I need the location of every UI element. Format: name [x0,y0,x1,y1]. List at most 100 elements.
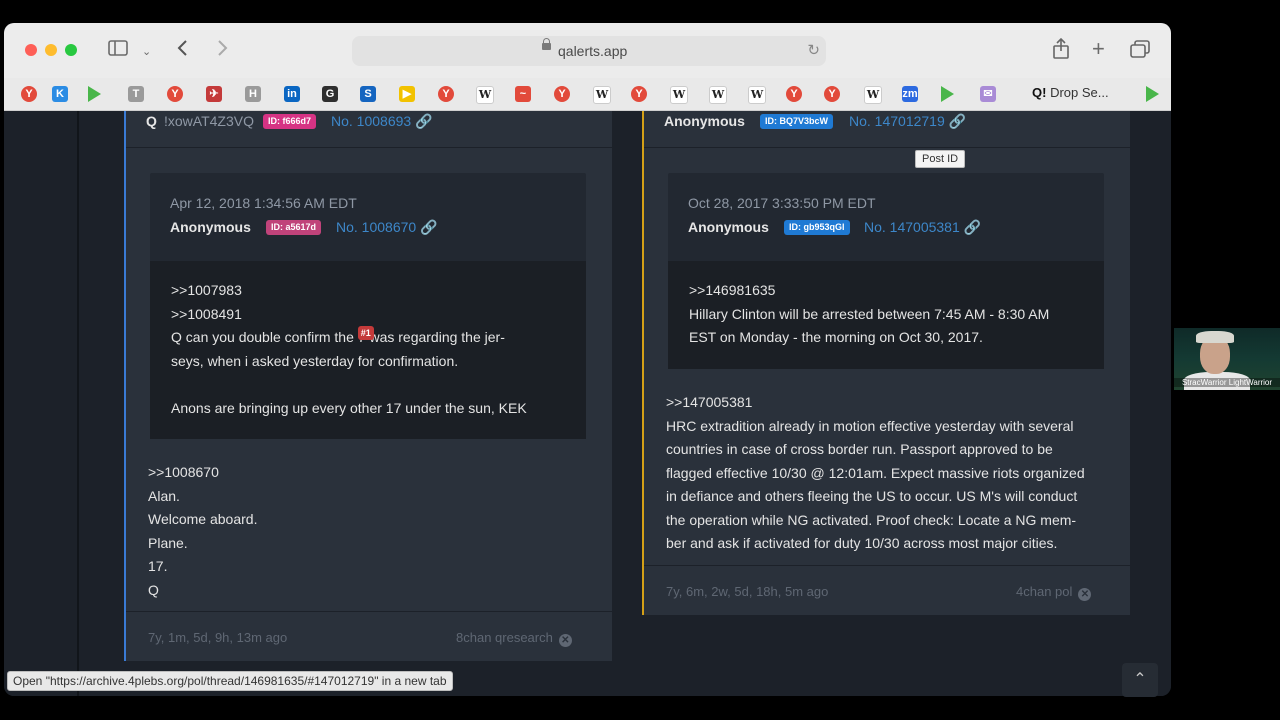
body-line: in defiance and others fleeing the US to… [666,488,1078,504]
close-circle-icon[interactable]: ✕ [1078,588,1092,601]
favorite-icon[interactable]: Y [167,86,183,102]
quote-ref[interactable]: >>1008670 [148,461,257,485]
quoted-post-number: No. 1008670 [336,219,417,235]
post-source[interactable]: 4chan pol ✕ [1016,584,1092,601]
post-source[interactable]: 8chan qresearch ✕ [456,630,572,647]
post-number: No. 147012719 [849,113,945,129]
post-number: No. 1008693 [331,113,412,129]
post-id-badge[interactable]: ID: BQ7V3bcW [760,114,834,129]
favorite-icon[interactable]: Y [631,86,647,102]
favorite-icon[interactable]: W [864,86,882,104]
address-bar[interactable]: qalerts.app ↻ [352,36,826,66]
body-line: flagged effective 10/30 @ 12:01am. Expec… [666,464,1085,481]
favorite-icon[interactable]: Y [786,86,802,102]
favorite-icon[interactable]: Y [554,86,570,102]
status-bar-link: Open "https://archive.4plebs.org/pol/thr… [7,671,453,691]
post-id-badge[interactable]: ID: f666d7 [263,114,317,129]
favorite-icon[interactable] [88,86,101,102]
favorite-icon[interactable]: T [128,86,144,102]
drop-search-tab-label: Drop Se... [1050,85,1109,100]
quoted-id-badge[interactable]: ID: a5617d [266,220,322,235]
quoted-date: Apr 12, 2018 1:34:56 AM EDT [170,195,357,211]
favorite-icon[interactable]: ▶ [399,86,415,102]
share-icon[interactable] [1052,37,1070,64]
favorites-tab-q[interactable]: Q! Drop Se... [1032,85,1109,100]
favorite-icon[interactable]: S [360,86,376,102]
minimize-window-button[interactable] [45,44,57,56]
chevron-up-icon: ⌃ [1133,671,1147,688]
quoted-line: seys, when i asked yesterday for confirm… [171,352,459,369]
link-icon: 🔗 [948,113,967,129]
webcam-caption: StracWarrior LightWarrior [1174,378,1280,387]
chevron-down-icon[interactable]: ⌄ [142,42,151,62]
favorite-icon[interactable]: K [52,86,68,102]
favorite-icon[interactable]: in [284,86,300,102]
favorite-icon[interactable]: W [709,86,727,104]
close-window-button[interactable] [25,44,37,56]
quoted-post-number-link[interactable]: No. 147005381 🔗 [864,219,981,236]
quoted-post: Oct 28, 2017 3:33:50 PM EDT Anonymous ID… [668,173,1104,369]
post-age: 7y, 6m, 2w, 5d, 18h, 5m ago [666,584,829,599]
quoted-post: Apr 12, 2018 1:34:56 AM EDT Anonymous ID… [150,173,586,439]
scroll-to-top-button[interactable]: ⌃ [1122,663,1158,697]
browser-window: ⌄ qalerts.app ↻ + Q! Drop Se... Y K T Y ✈ Hin… [4,23,1171,696]
chevron-right-icon[interactable] [216,39,228,61]
favorite-icon[interactable]: H [245,86,261,102]
body-line: countries in case of cross border run. P… [666,441,1053,457]
quoted-post-number-link[interactable]: No. 1008670 🔗 [336,219,438,236]
favorite-icon[interactable]: zm [902,86,918,102]
page-content: Q !xowAT4Z3VQ ID: f666d7 No. 1008693 🔗 A… [4,111,1171,696]
favorite-icon[interactable]: W [593,86,611,104]
tab-overview-icon[interactable] [1130,40,1150,62]
left-post-card: Q !xowAT4Z3VQ ID: f666d7 No. 1008693 🔗 A… [124,111,612,661]
quoted-id-badge[interactable]: ID: gb953qGl [784,220,850,235]
left-column-rule [77,111,79,696]
post-author: Anonymous [664,113,745,129]
favorite-icon[interactable]: Y [824,86,840,102]
body-line: Q [148,581,159,598]
favorite-icon[interactable]: ~ [515,86,531,102]
body-line: Welcome aboard. [148,511,258,527]
quoted-post-number: No. 147005381 [864,219,960,235]
body-line: HRC extradition already in motion effect… [666,417,1074,434]
quoted-body: >>1007983 >>1008491 Q can you double con… [150,261,586,439]
favorite-icon[interactable]: W [748,86,766,104]
post-tripcode: !xowAT4Z3VQ [164,113,254,129]
zoom-window-button[interactable] [65,44,77,56]
favorite-icon[interactable]: W [670,86,688,104]
plus-icon[interactable]: + [1092,38,1105,60]
favorite-icon[interactable]: G [322,86,338,102]
reload-icon[interactable]: ↻ [807,41,820,59]
post-number-link[interactable]: No. 147012719 🔗 [849,113,966,130]
favorite-icon[interactable] [941,86,954,102]
favorite-icon[interactable]: Y [438,86,454,102]
favorite-icon[interactable]: ✈ [206,86,222,102]
quoted-line: EST on Monday - the morning on Oct 30, 2… [689,329,983,345]
favorite-icon[interactable]: W [476,86,494,104]
body-line: ber and ask if activated for duty 10/30 … [666,535,1058,551]
highlight-badge: #1 [357,326,374,340]
play-icon[interactable] [1146,86,1159,102]
chevron-left-icon[interactable] [177,39,189,61]
quoted-author: Anonymous [170,219,251,235]
quote-ref[interactable]: >>1007983 [171,279,527,303]
quoted-line: Q can you double confirm the #1 7 was reg… [171,326,505,345]
sidebar-icon[interactable] [108,40,128,60]
quote-ref[interactable]: >>147005381 [666,391,1085,415]
post-number-link[interactable]: No. 1008693 🔗 [331,113,433,130]
quote-ref[interactable]: >>146981635 [689,279,1049,303]
quoted-author: Anonymous [688,219,769,235]
quote-ref[interactable]: >>1008491 [171,303,527,327]
link-icon: 🔗 [415,113,433,129]
quoted-text: >>146981635 Hillary Clinton will be arre… [689,279,1049,350]
post-body: >>1008670 Alan. Welcome aboard. Plane. 1… [148,461,257,602]
post-body: >>147005381 HRC extradition already in m… [666,391,1085,556]
divider [644,147,1130,148]
favorite-icon[interactable]: ✉ [980,86,996,102]
body-line: Alan. [148,487,180,504]
close-circle-icon[interactable]: ✕ [558,634,572,647]
link-icon: 🔗 [420,219,438,235]
right-post-card: Anonymous ID: BQ7V3bcW No. 147012719 🔗 O… [642,111,1130,615]
favorite-icon[interactable]: Y [21,86,37,102]
